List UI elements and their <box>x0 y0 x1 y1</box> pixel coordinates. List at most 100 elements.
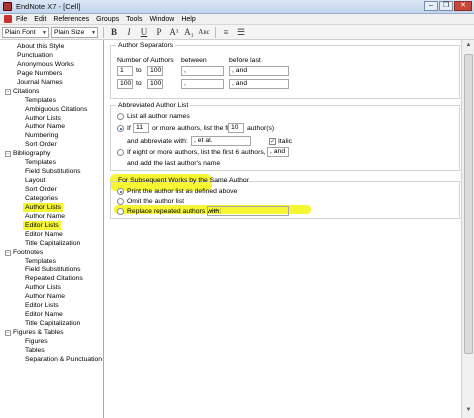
list-all-label: List all author names <box>127 113 190 120</box>
tree-item[interactable]: About this Style <box>0 42 104 51</box>
menu-file[interactable]: File <box>16 16 27 23</box>
replace-authors-field[interactable]: ---- <box>207 206 289 216</box>
tree-item[interactable]: Journal Names <box>0 78 104 87</box>
italic-button[interactable]: I <box>122 26 136 38</box>
collapse-toggle-icon[interactable]: − <box>5 88 11 95</box>
tree-item[interactable]: Editor Name <box>0 230 104 239</box>
if-more-authors-radio[interactable] <box>117 125 124 132</box>
tree-item[interactable]: Editor Lists <box>0 220 104 230</box>
tree-item[interactable]: Field Substitutions <box>0 265 104 274</box>
menu-groups[interactable]: Groups <box>96 16 119 23</box>
tree-item-label: Author Name <box>25 293 66 301</box>
tree-item[interactable]: Layout <box>0 176 104 185</box>
tree-item[interactable]: Editor Lists <box>0 301 104 310</box>
tree-item[interactable]: Editor Name <box>0 310 104 319</box>
author-lists-settings: Author Separators Number of Authors betw… <box>105 40 461 418</box>
list-all-radio[interactable] <box>117 113 124 120</box>
vertical-scrollbar[interactable]: ▲ ▼ <box>461 40 474 418</box>
tree-item-label: Numbering <box>25 132 59 140</box>
if-eight-radio[interactable] <box>117 149 124 156</box>
tree-item[interactable]: Field Substitutions <box>0 167 104 176</box>
tree-item[interactable]: Title Capitalization <box>0 239 104 248</box>
tree-item-label: Page Numbers <box>17 69 63 77</box>
tree-item[interactable]: Repeated Citations <box>0 274 104 283</box>
row1-to-field[interactable]: 100 <box>147 66 163 76</box>
insert-field[interactable]: , and <box>267 147 289 157</box>
tree-item[interactable]: Author Lists <box>0 283 104 292</box>
align-left-icon[interactable]: ≡ <box>219 26 233 38</box>
toolbar-divider <box>215 26 216 38</box>
tree-item[interactable]: Author Lists <box>0 202 104 212</box>
tree-item-label: Title Capitalization <box>25 320 81 328</box>
tree-item[interactable]: Templates <box>0 158 104 167</box>
menu-edit[interactable]: Edit <box>34 16 46 23</box>
small-caps-button[interactable]: Aʙc <box>197 26 211 38</box>
row1-before-last-field[interactable]: , and <box>229 66 289 76</box>
list-first-field[interactable]: 10 <box>228 123 244 133</box>
underline-button[interactable]: U <box>137 26 151 38</box>
tree-item[interactable]: Anonymous Works <box>0 60 104 69</box>
tree-item[interactable]: Sort Order <box>0 185 104 194</box>
row2-between-field[interactable]: , <box>181 79 224 89</box>
close-button[interactable]: ✕ <box>454 1 472 11</box>
scroll-thumb[interactable] <box>464 54 473 354</box>
tree-item[interactable]: Author Name <box>0 212 104 221</box>
menu-help[interactable]: Help <box>181 16 195 23</box>
tree-item[interactable]: Author Name <box>0 122 104 131</box>
tree-item[interactable]: Title Capitalization <box>0 319 104 328</box>
tree-item[interactable]: Author Name <box>0 292 104 301</box>
maximize-button[interactable]: ❐ <box>439 1 453 11</box>
document-icon[interactable] <box>4 15 12 23</box>
tree-item[interactable]: Templates <box>0 96 104 105</box>
abbreviated-author-list-title: Abbreviated Author List <box>116 102 191 109</box>
omit-author-list-radio[interactable] <box>117 198 124 205</box>
plain-button[interactable]: P <box>152 26 166 38</box>
tree-item[interactable]: Tables <box>0 346 104 355</box>
tree-item[interactable]: − Figures & Tables <box>0 328 104 337</box>
replace-authors-radio[interactable] <box>117 208 124 215</box>
row1-between-field[interactable]: , <box>181 66 224 76</box>
tree-item[interactable]: − Citations <box>0 87 104 96</box>
tree-item[interactable]: Sort Order <box>0 140 104 149</box>
print-as-defined-radio[interactable] <box>117 188 124 195</box>
abbreviate-with-field[interactable]: , et al. <box>191 136 251 146</box>
row2-before-last-field[interactable]: , and <box>229 79 289 89</box>
tree-item[interactable]: Categories <box>0 194 104 203</box>
tree-item[interactable]: Figures <box>0 337 104 346</box>
menu-window[interactable]: Window <box>149 16 174 23</box>
row2-to-field[interactable]: 100 <box>147 79 163 89</box>
if-count-field[interactable]: 11 <box>133 123 149 133</box>
tree-item[interactable]: − Footnotes <box>0 248 104 257</box>
tree-item-label: About this Style <box>17 43 65 50</box>
tree-item-label: Field Substitutions <box>25 168 81 176</box>
tree-item-label: Layout <box>25 177 46 185</box>
row2-from-field[interactable]: 100 <box>117 79 133 89</box>
collapse-toggle-icon[interactable]: − <box>5 249 11 256</box>
bold-button[interactable]: B <box>107 26 121 38</box>
superscript-button[interactable]: A¹ <box>167 26 181 38</box>
collapse-toggle-icon[interactable]: − <box>5 151 11 158</box>
tree-item-label: Footnotes <box>13 248 44 256</box>
subscript-button[interactable]: A₁ <box>182 26 196 38</box>
format-toolbar: Plain Font ▼ Plain Size ▼ B I U P A¹ A₁ … <box>0 25 474 40</box>
minimize-button[interactable]: – <box>424 1 438 11</box>
tree-item[interactable]: Page Numbers <box>0 69 104 78</box>
scroll-up-icon[interactable]: ▲ <box>464 42 473 51</box>
italic-checkbox[interactable]: ✓ <box>269 138 276 145</box>
tree-item[interactable]: Separation & Punctuation <box>0 355 104 364</box>
tree-item[interactable]: − Bibliography <box>0 149 104 158</box>
tree-item[interactable]: Numbering <box>0 131 104 140</box>
row1-from-field[interactable]: 1 <box>117 66 133 76</box>
font-select[interactable]: Plain Font ▼ <box>2 26 49 38</box>
align-justify-icon[interactable]: ☰ <box>234 26 248 38</box>
size-select[interactable]: Plain Size ▼ <box>51 26 98 38</box>
tree-item[interactable]: Author Lists <box>0 114 104 123</box>
tree-item[interactable]: Ambiguous Citations <box>0 105 104 114</box>
tree-item[interactable]: Templates <box>0 257 104 266</box>
tree-item[interactable]: Punctuation <box>0 51 104 60</box>
scroll-down-icon[interactable]: ▼ <box>464 407 473 416</box>
collapse-toggle-icon[interactable]: − <box>5 330 11 336</box>
endnote-app-icon <box>3 2 12 11</box>
menu-tools[interactable]: Tools <box>126 16 142 23</box>
menu-references[interactable]: References <box>53 16 89 23</box>
